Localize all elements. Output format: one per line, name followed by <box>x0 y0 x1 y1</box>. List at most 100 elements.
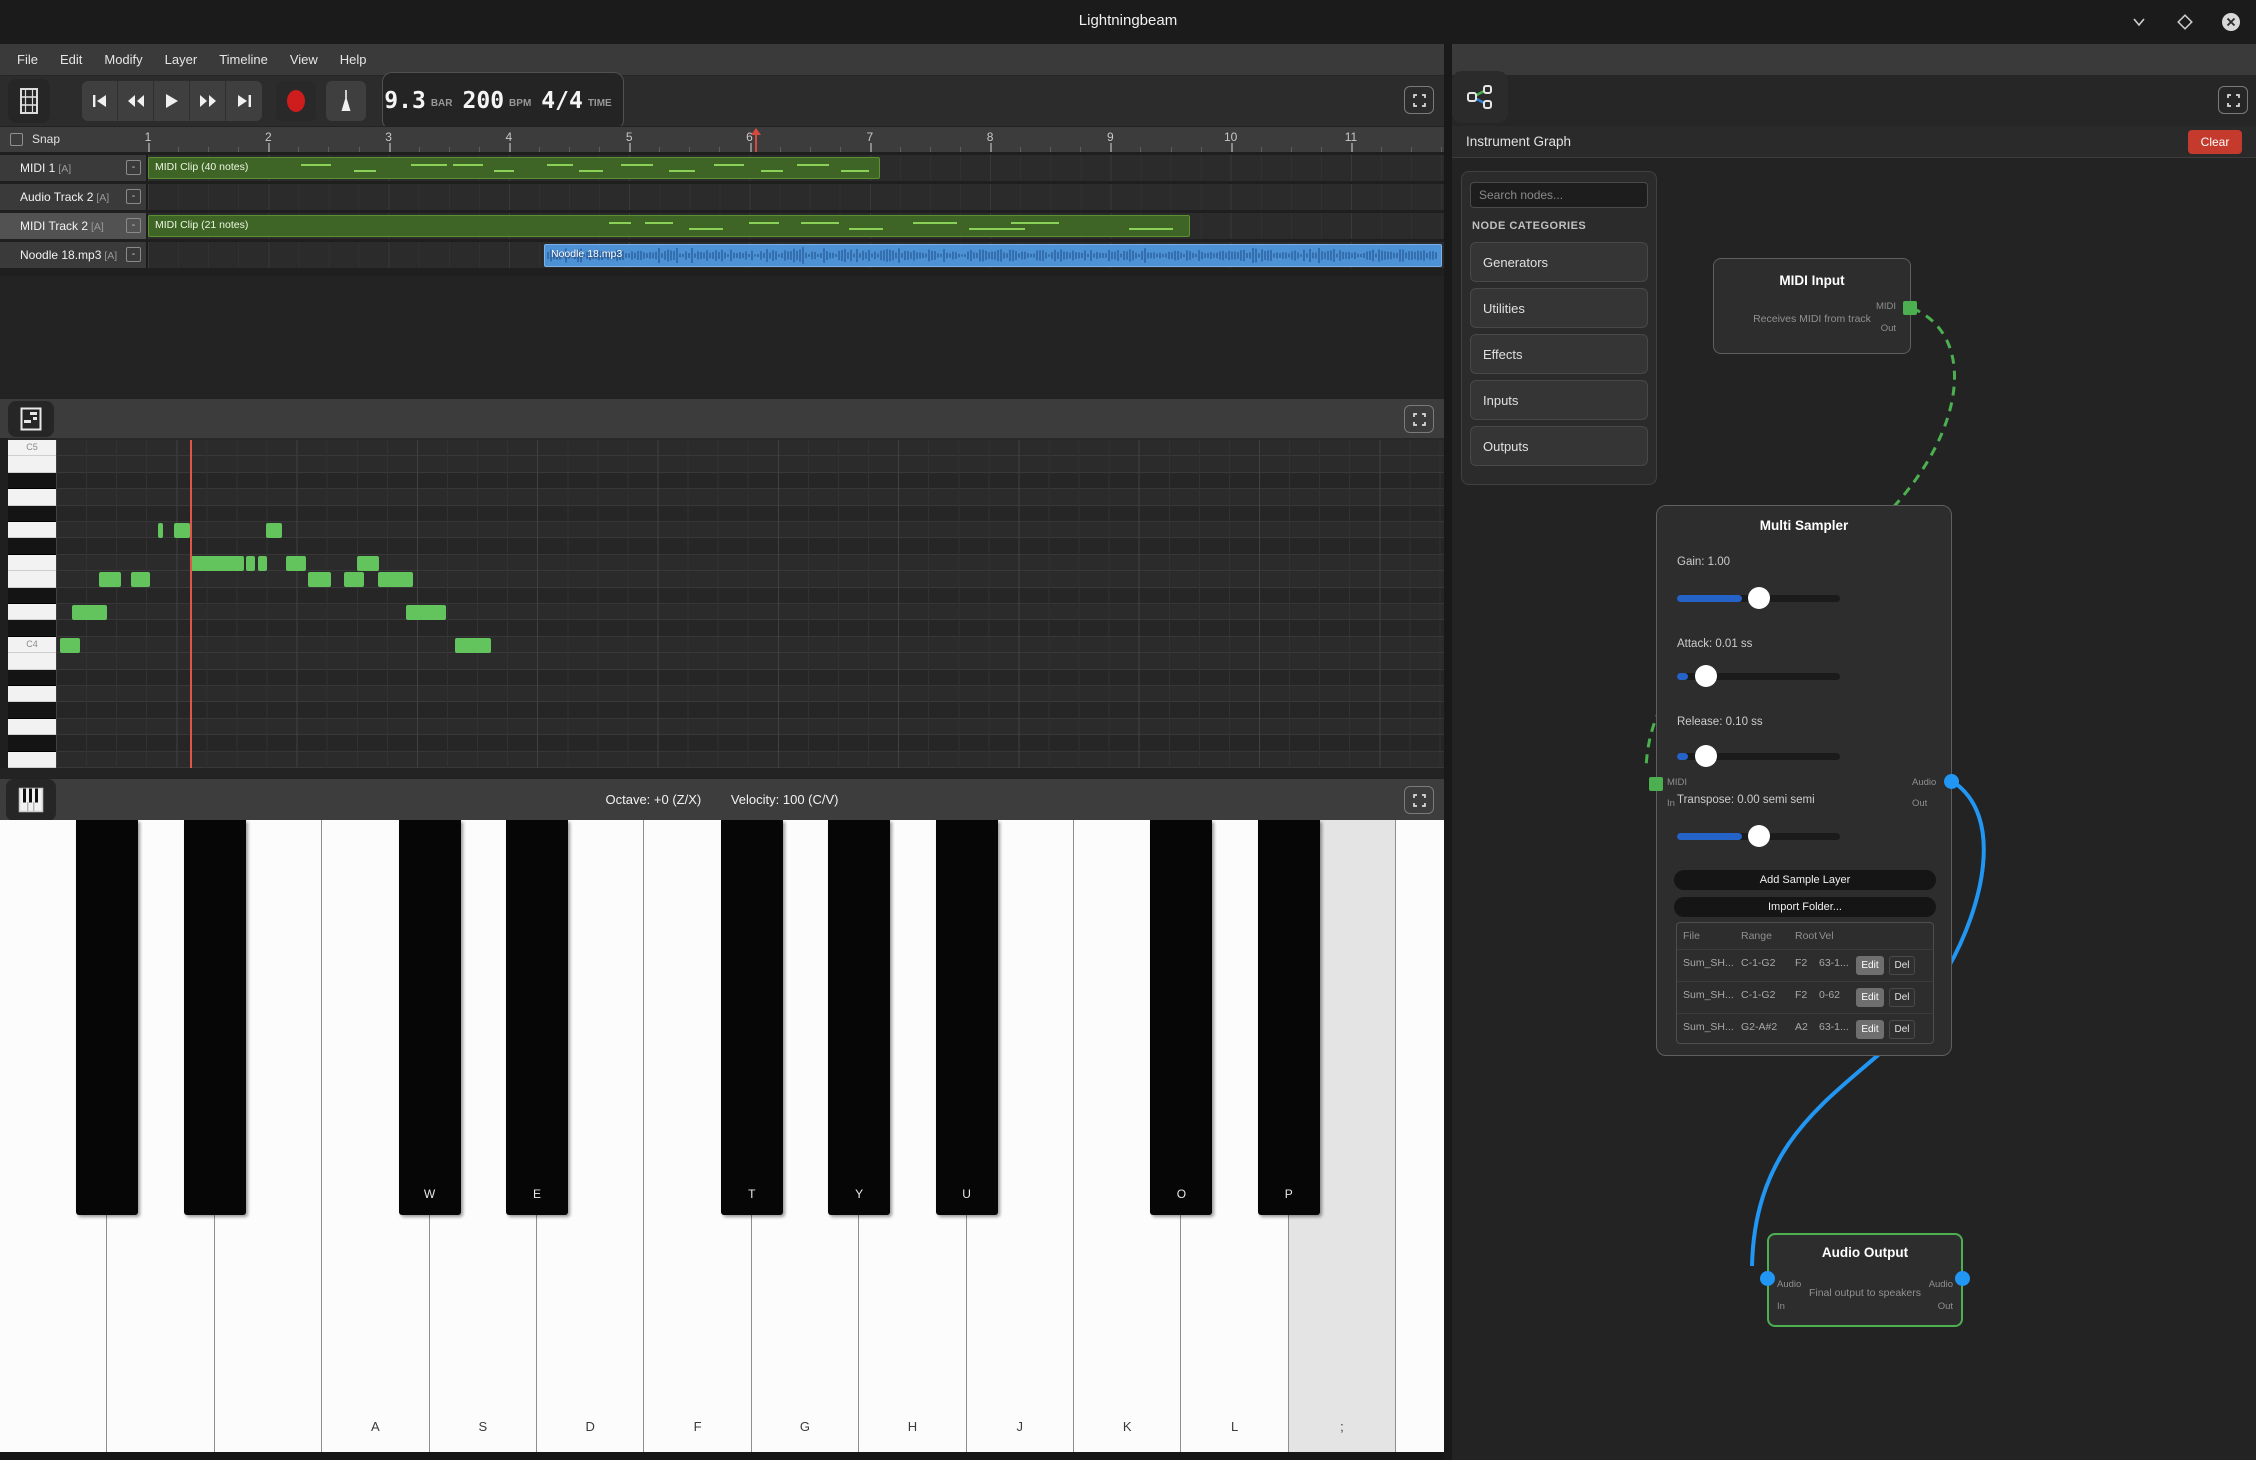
key-row-c5[interactable]: C5 <box>8 440 56 456</box>
track-label-4[interactable]: Noodle 18.mp3[A]- <box>0 242 148 268</box>
node-midi-input[interactable]: MIDI Input Receives MIDI from track MIDI… <box>1713 258 1911 354</box>
piano-roll-view-button[interactable] <box>8 401 54 437</box>
key-row[interactable] <box>8 456 56 472</box>
slider-track[interactable] <box>1677 833 1840 840</box>
key-row[interactable] <box>8 702 56 718</box>
key-row[interactable] <box>8 686 56 702</box>
midi-in-port[interactable] <box>1649 777 1663 791</box>
black-key-W[interactable]: W <box>399 820 461 1215</box>
snap-checkbox[interactable] <box>10 133 23 146</box>
midi-note[interactable] <box>378 572 413 587</box>
midi-note[interactable] <box>131 572 150 587</box>
midi-note[interactable] <box>72 605 107 620</box>
slider-track[interactable] <box>1677 673 1840 680</box>
black-key-E[interactable]: E <box>506 820 568 1215</box>
menu-edit[interactable]: Edit <box>49 44 93 75</box>
track-label-2[interactable]: Audio Track 2[A]- <box>0 184 148 210</box>
slider-thumb[interactable] <box>1695 745 1717 767</box>
piano-roll-grid[interactable] <box>56 440 1444 768</box>
slider-track[interactable] <box>1677 595 1840 602</box>
menu-help[interactable]: Help <box>329 44 378 75</box>
key-row[interactable] <box>8 588 56 604</box>
keyboard-fullscreen-button[interactable] <box>1404 786 1434 814</box>
midi-note[interactable] <box>258 556 267 571</box>
keyboard-view-button[interactable] <box>6 779 56 821</box>
edit-sample-button[interactable]: Edit <box>1856 956 1884 975</box>
menu-timeline[interactable]: Timeline <box>208 44 279 75</box>
timeline-fullscreen-button[interactable] <box>1404 86 1434 114</box>
midi-note[interactable] <box>308 572 331 587</box>
key-row[interactable] <box>8 719 56 735</box>
slider-thumb[interactable] <box>1695 665 1717 687</box>
minimize-icon[interactable] <box>2128 11 2150 33</box>
category-effects[interactable]: Effects <box>1470 334 1648 374</box>
key-row[interactable] <box>8 522 56 538</box>
category-generators[interactable]: Generators <box>1470 242 1648 282</box>
delete-sample-button[interactable]: Del <box>1889 956 1915 975</box>
graph-canvas[interactable]: NODE CATEGORIES GeneratorsUtilitiesEffec… <box>1452 158 2256 1460</box>
black-key-O[interactable]: O <box>1150 820 1212 1215</box>
white-key-13[interactable] <box>1396 820 1444 1452</box>
rewind-button[interactable] <box>118 81 154 121</box>
key-row[interactable] <box>8 653 56 669</box>
key-row[interactable] <box>8 670 56 686</box>
track-collapse-button[interactable]: - <box>126 247 141 262</box>
search-input[interactable] <box>1470 182 1648 208</box>
midi-note[interactable] <box>344 572 364 587</box>
black-key-U[interactable]: U <box>936 820 998 1215</box>
import-folder-button[interactable]: Import Folder... <box>1674 897 1936 917</box>
edit-sample-button[interactable]: Edit <box>1856 1020 1884 1039</box>
fast-forward-button[interactable] <box>190 81 226 121</box>
piano-roll-fullscreen-button[interactable] <box>1404 405 1434 433</box>
track-collapse-button[interactable]: - <box>126 189 141 204</box>
key-row[interactable] <box>8 752 56 768</box>
edit-sample-button[interactable]: Edit <box>1856 988 1884 1007</box>
delete-sample-button[interactable]: Del <box>1889 988 1915 1007</box>
midi-clip[interactable]: MIDI Clip (21 notes) <box>148 215 1190 237</box>
menu-file[interactable]: File <box>6 44 49 75</box>
track-lane[interactable]: MIDI Clip (40 notes) <box>148 155 1444 181</box>
node-multi-sampler[interactable]: Multi Sampler MIDI In Audio Out Add Samp… <box>1656 505 1952 1056</box>
key-row[interactable] <box>8 620 56 636</box>
slider-thumb[interactable] <box>1748 825 1770 847</box>
play-button[interactable] <box>154 81 190 121</box>
black-key-P[interactable]: P <box>1258 820 1320 1215</box>
track-lane[interactable]: MIDI Clip (21 notes) <box>148 213 1444 239</box>
black-key-T[interactable]: T <box>721 820 783 1215</box>
track-lane[interactable] <box>148 184 1444 210</box>
media-library-button[interactable] <box>8 79 50 123</box>
midi-note[interactable] <box>455 638 491 653</box>
node-audio-output[interactable]: Audio Output Final output to speakers Au… <box>1767 1233 1963 1327</box>
add-sample-layer-button[interactable]: Add Sample Layer <box>1674 870 1936 890</box>
key-row-c4[interactable]: C4 <box>8 637 56 653</box>
category-outputs[interactable]: Outputs <box>1470 426 1648 466</box>
track-label-3[interactable]: MIDI Track 2[A]- <box>0 213 148 239</box>
timeline-ruler[interactable]: Snap 1234567891011 <box>0 126 1444 152</box>
menu-modify[interactable]: Modify <box>93 44 153 75</box>
category-utilities[interactable]: Utilities <box>1470 288 1648 328</box>
skip-to-end-button[interactable] <box>226 81 262 121</box>
category-inputs[interactable]: Inputs <box>1470 380 1648 420</box>
midi-note[interactable] <box>99 572 121 587</box>
track-collapse-button[interactable]: - <box>126 218 141 233</box>
maximize-icon[interactable] <box>2174 11 2196 33</box>
delete-sample-button[interactable]: Del <box>1889 1020 1915 1039</box>
skip-to-start-button[interactable] <box>82 81 118 121</box>
clear-button[interactable]: Clear <box>2188 130 2242 154</box>
key-row[interactable] <box>8 735 56 751</box>
audio-out-port[interactable] <box>1955 1271 1970 1286</box>
key-row[interactable] <box>8 571 56 587</box>
midi-note[interactable] <box>158 523 163 538</box>
metronome-button[interactable] <box>326 81 366 121</box>
graph-fullscreen-button[interactable] <box>2218 86 2248 114</box>
slider-track[interactable] <box>1677 753 1840 760</box>
midi-out-port[interactable] <box>1903 301 1917 315</box>
piano-roll[interactable]: C5 C4 <box>0 438 1444 768</box>
track-label-1[interactable]: MIDI 1[A]- <box>0 155 148 181</box>
menu-layer[interactable]: Layer <box>154 44 209 75</box>
audio-in-port[interactable] <box>1760 1271 1775 1286</box>
piano-roll-key-strip[interactable]: C5 C4 <box>8 440 56 768</box>
graph-view-button[interactable] <box>1452 71 1508 123</box>
audio-out-port[interactable] <box>1944 774 1959 789</box>
track-lane[interactable]: Noodle 18.mp3 <box>148 242 1444 268</box>
